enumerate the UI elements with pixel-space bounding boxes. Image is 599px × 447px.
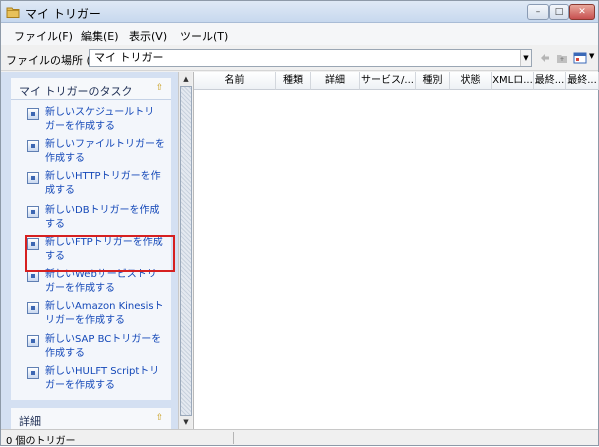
- task-pane-header[interactable]: マイ トリガーのタスク ⇧: [11, 78, 171, 100]
- task-pane-title: マイ トリガーのタスク: [19, 85, 133, 98]
- status-bar: 0 個のトリガー: [1, 429, 598, 447]
- task-link[interactable]: 新しいHULFT Scriptトリ ガーを作成する: [45, 365, 165, 393]
- task-pane-scrollbar[interactable]: ▲ ▼: [178, 72, 192, 429]
- task-link[interactable]: 新しいSAP BCトリガーを 作成する: [45, 333, 165, 361]
- task-pane: マイ トリガーのタスク ⇧ 新しいスケジュールトリ ガーを作成する 新しいファイ…: [1, 72, 178, 429]
- scroll-down-arrow-icon[interactable]: ▼: [180, 416, 192, 428]
- up-folder-icon[interactable]: [555, 51, 569, 65]
- back-icon[interactable]: [538, 51, 552, 65]
- scroll-up-arrow-icon[interactable]: ▲: [180, 73, 192, 85]
- collapse-up-icon[interactable]: ⇧: [154, 83, 165, 94]
- task-link[interactable]: 新しいファイルトリガーを 作成する: [45, 138, 165, 166]
- highlight-box: [25, 235, 175, 272]
- view-options-icon[interactable]: [573, 51, 587, 65]
- trigger-list-view[interactable]: 名前 種類 詳細 サービス/... 種別 状態 XMLロ... 最終... 最終…: [193, 72, 599, 429]
- menu-file[interactable]: ファイル(F): [14, 28, 73, 44]
- task-link[interactable]: 新しいAmazon Kinesisト リガーを作成する: [45, 300, 165, 328]
- column-header-xml-log[interactable]: XMLロ...: [492, 72, 534, 90]
- column-header-last-1[interactable]: 最終...: [534, 72, 566, 90]
- detail-section-title: 詳細: [19, 415, 41, 428]
- document-icon: [27, 302, 39, 314]
- menu-tools[interactable]: ツール(T): [180, 28, 228, 44]
- title-bar: マイ トリガー – □ ✕: [1, 1, 598, 23]
- minimize-button[interactable]: –: [527, 4, 549, 20]
- task-link[interactable]: 新しいスケジュールトリ ガーを作成する: [45, 106, 165, 134]
- main-window: マイ トリガー – □ ✕ ファイル(F) 編集(E) 表示(V) ツール(T)…: [0, 0, 599, 447]
- menu-bar: ファイル(F) 編集(E) 表示(V) ツール(T): [1, 23, 598, 45]
- task-link[interactable]: 新しいHTTPトリガーを作 成する: [45, 170, 165, 198]
- maximize-button[interactable]: □: [549, 4, 569, 20]
- column-header-type[interactable]: 種類: [276, 72, 311, 90]
- column-header-name[interactable]: 名前: [194, 72, 276, 90]
- status-divider: [233, 432, 234, 444]
- task-link[interactable]: 新しいWebサービストリ ガーを作成する: [45, 268, 165, 296]
- column-header-status[interactable]: 状態: [450, 72, 492, 90]
- menu-edit[interactable]: 編集(E): [81, 28, 119, 44]
- task-link[interactable]: 新しいDBトリガーを作成 する: [45, 204, 165, 232]
- document-icon: [27, 335, 39, 347]
- scroll-thumb[interactable]: [180, 86, 192, 416]
- document-icon: [27, 367, 39, 379]
- address-bar: ファイルの場所 (D) マイ トリガー ▼ ▼: [1, 45, 598, 71]
- column-header-category[interactable]: 種別: [416, 72, 450, 90]
- address-input[interactable]: マイ トリガー: [89, 49, 532, 67]
- window-title: マイ トリガー: [25, 7, 101, 21]
- column-header-service[interactable]: サービス/...: [360, 72, 416, 90]
- collapse-up-icon[interactable]: ⇧: [154, 413, 165, 424]
- menu-view[interactable]: 表示(V): [129, 28, 167, 44]
- column-header-last-2[interactable]: 最終...: [566, 72, 599, 90]
- document-icon: [27, 108, 39, 120]
- status-text: 0 個のトリガー: [6, 436, 76, 447]
- document-icon: [27, 172, 39, 184]
- close-button[interactable]: ✕: [569, 4, 595, 20]
- detail-section-header[interactable]: 詳細 ⇧: [11, 408, 171, 429]
- folder-icon: [6, 7, 20, 18]
- view-dropdown-arrow-icon[interactable]: ▼: [589, 52, 594, 60]
- document-icon: [27, 140, 39, 152]
- address-dropdown-button[interactable]: ▼: [520, 50, 531, 66]
- column-header-detail[interactable]: 詳細: [311, 72, 360, 90]
- document-icon: [27, 206, 39, 218]
